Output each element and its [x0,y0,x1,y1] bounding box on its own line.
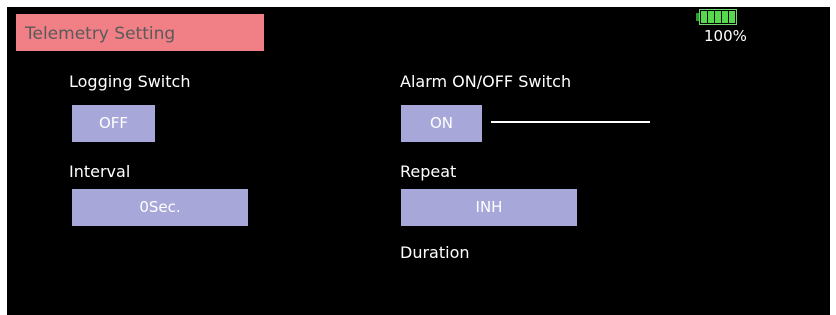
duration-label: Duration [400,243,470,262]
logging-switch-button[interactable]: OFF [72,105,155,142]
logging-switch-label: Logging Switch [69,72,191,91]
battery-cell [729,11,735,23]
alarm-callout-line-horizontal [491,121,650,123]
page-title: Telemetry Setting [16,14,264,51]
battery-icon [699,9,737,25]
repeat-button[interactable]: INH [401,189,577,226]
battery-cell [701,11,707,23]
battery-cell [708,11,714,23]
alarm-switch-button[interactable]: ON [401,105,482,142]
repeat-label: Repeat [400,162,457,181]
battery-percent: 100% [704,27,747,45]
battery-cell [722,11,728,23]
battery-indicator [696,9,737,25]
interval-label: Interval [69,162,131,181]
battery-cell [715,11,721,23]
alarm-switch-label: Alarm ON/OFF Switch [400,72,572,91]
interval-button[interactable]: 0Sec. [72,189,248,226]
telemetry-screen: Telemetry Setting 100% Logging Switch OF… [7,7,830,315]
